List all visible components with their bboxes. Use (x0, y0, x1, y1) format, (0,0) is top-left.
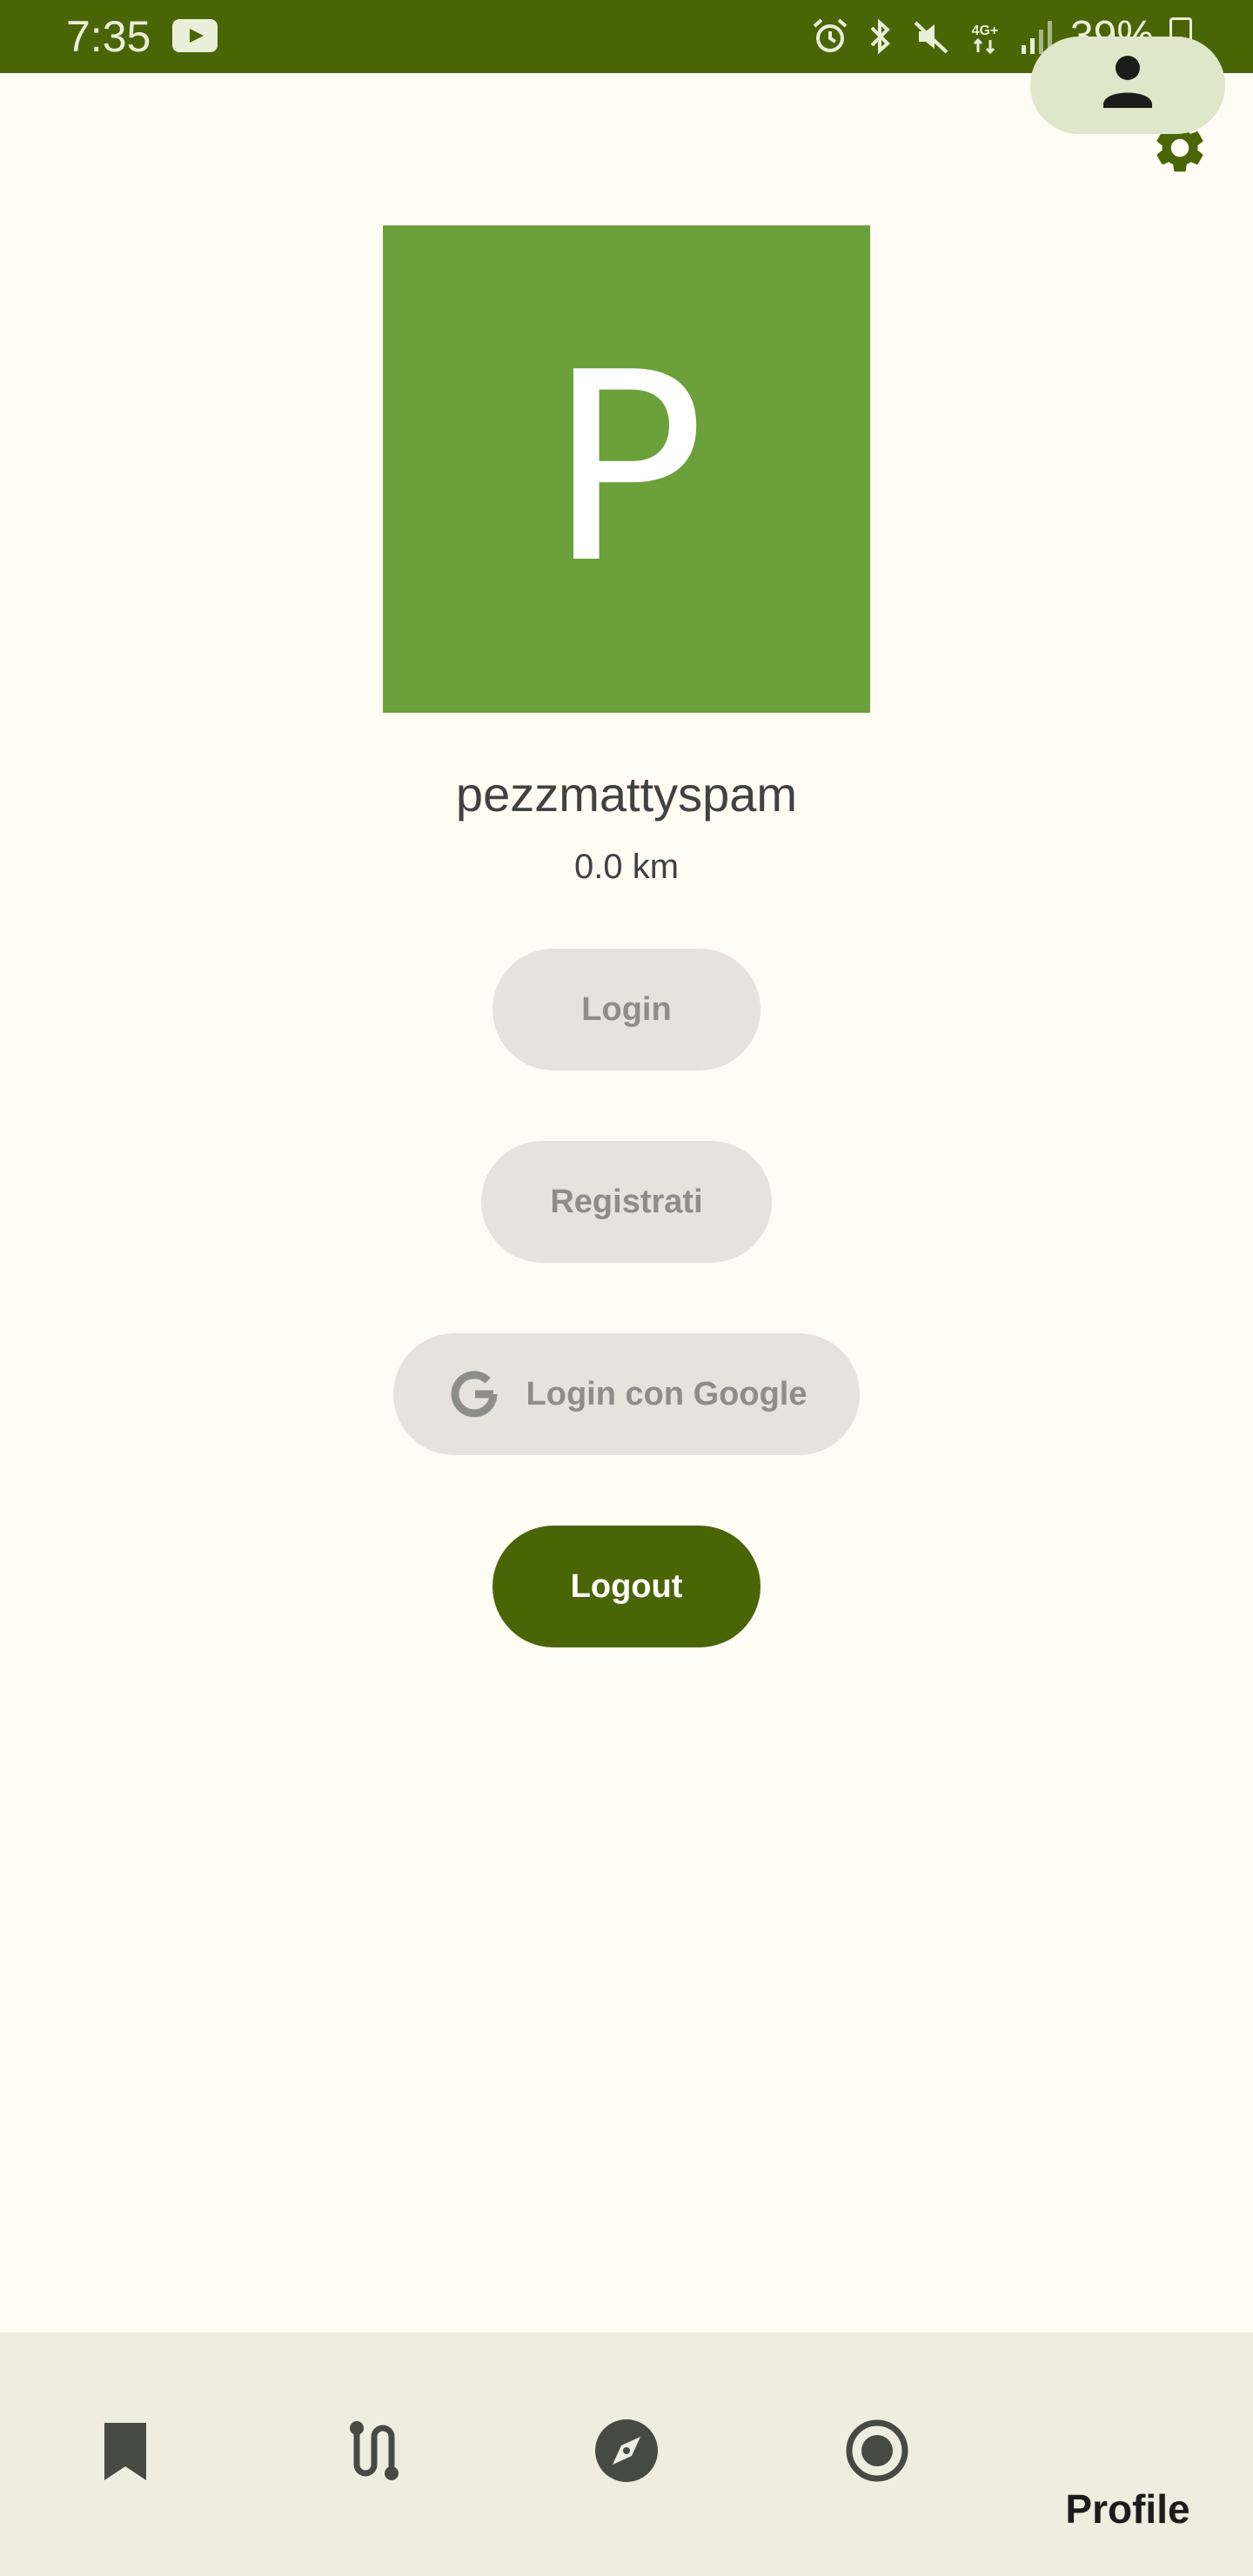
logout-button[interactable]: Logout (492, 1526, 761, 1647)
username: pezzmattyspam (455, 767, 798, 822)
nav-item-profile[interactable] (1002, 2332, 1253, 2576)
google-login-label: Login con Google (526, 1375, 807, 1412)
nav-item-record[interactable] (752, 2332, 1002, 2576)
nav-item-explore[interactable] (501, 2332, 752, 2576)
avatar: P (383, 225, 870, 713)
alarm-icon (813, 18, 848, 52)
google-icon (451, 1371, 498, 1418)
record-icon (842, 2416, 912, 2485)
register-button[interactable]: Registrati (481, 1141, 772, 1263)
login-button[interactable]: Login (492, 949, 761, 1070)
nav-item-routes[interactable] (251, 2332, 501, 2576)
bookmark-icon (90, 2416, 160, 2485)
google-login-button[interactable]: Login con Google (393, 1333, 860, 1455)
compass-icon (592, 2416, 661, 2485)
bottom-navigation (0, 2332, 1253, 2576)
route-icon (341, 2416, 411, 2485)
nav-item-saved[interactable] (0, 2332, 251, 2576)
network-4g-icon: 4G+ (972, 23, 999, 55)
nav-label-profile[interactable]: Profile (1002, 2485, 1253, 2533)
youtube-icon (172, 19, 218, 52)
status-time: 7:35 (66, 12, 151, 61)
svg-text:4G+: 4G+ (972, 23, 999, 38)
mute-icon (914, 21, 948, 54)
person-icon (1093, 47, 1163, 117)
distance-total: 0.0 km (573, 848, 680, 886)
bluetooth-icon (870, 18, 890, 55)
avatar-letter: P (547, 317, 706, 621)
